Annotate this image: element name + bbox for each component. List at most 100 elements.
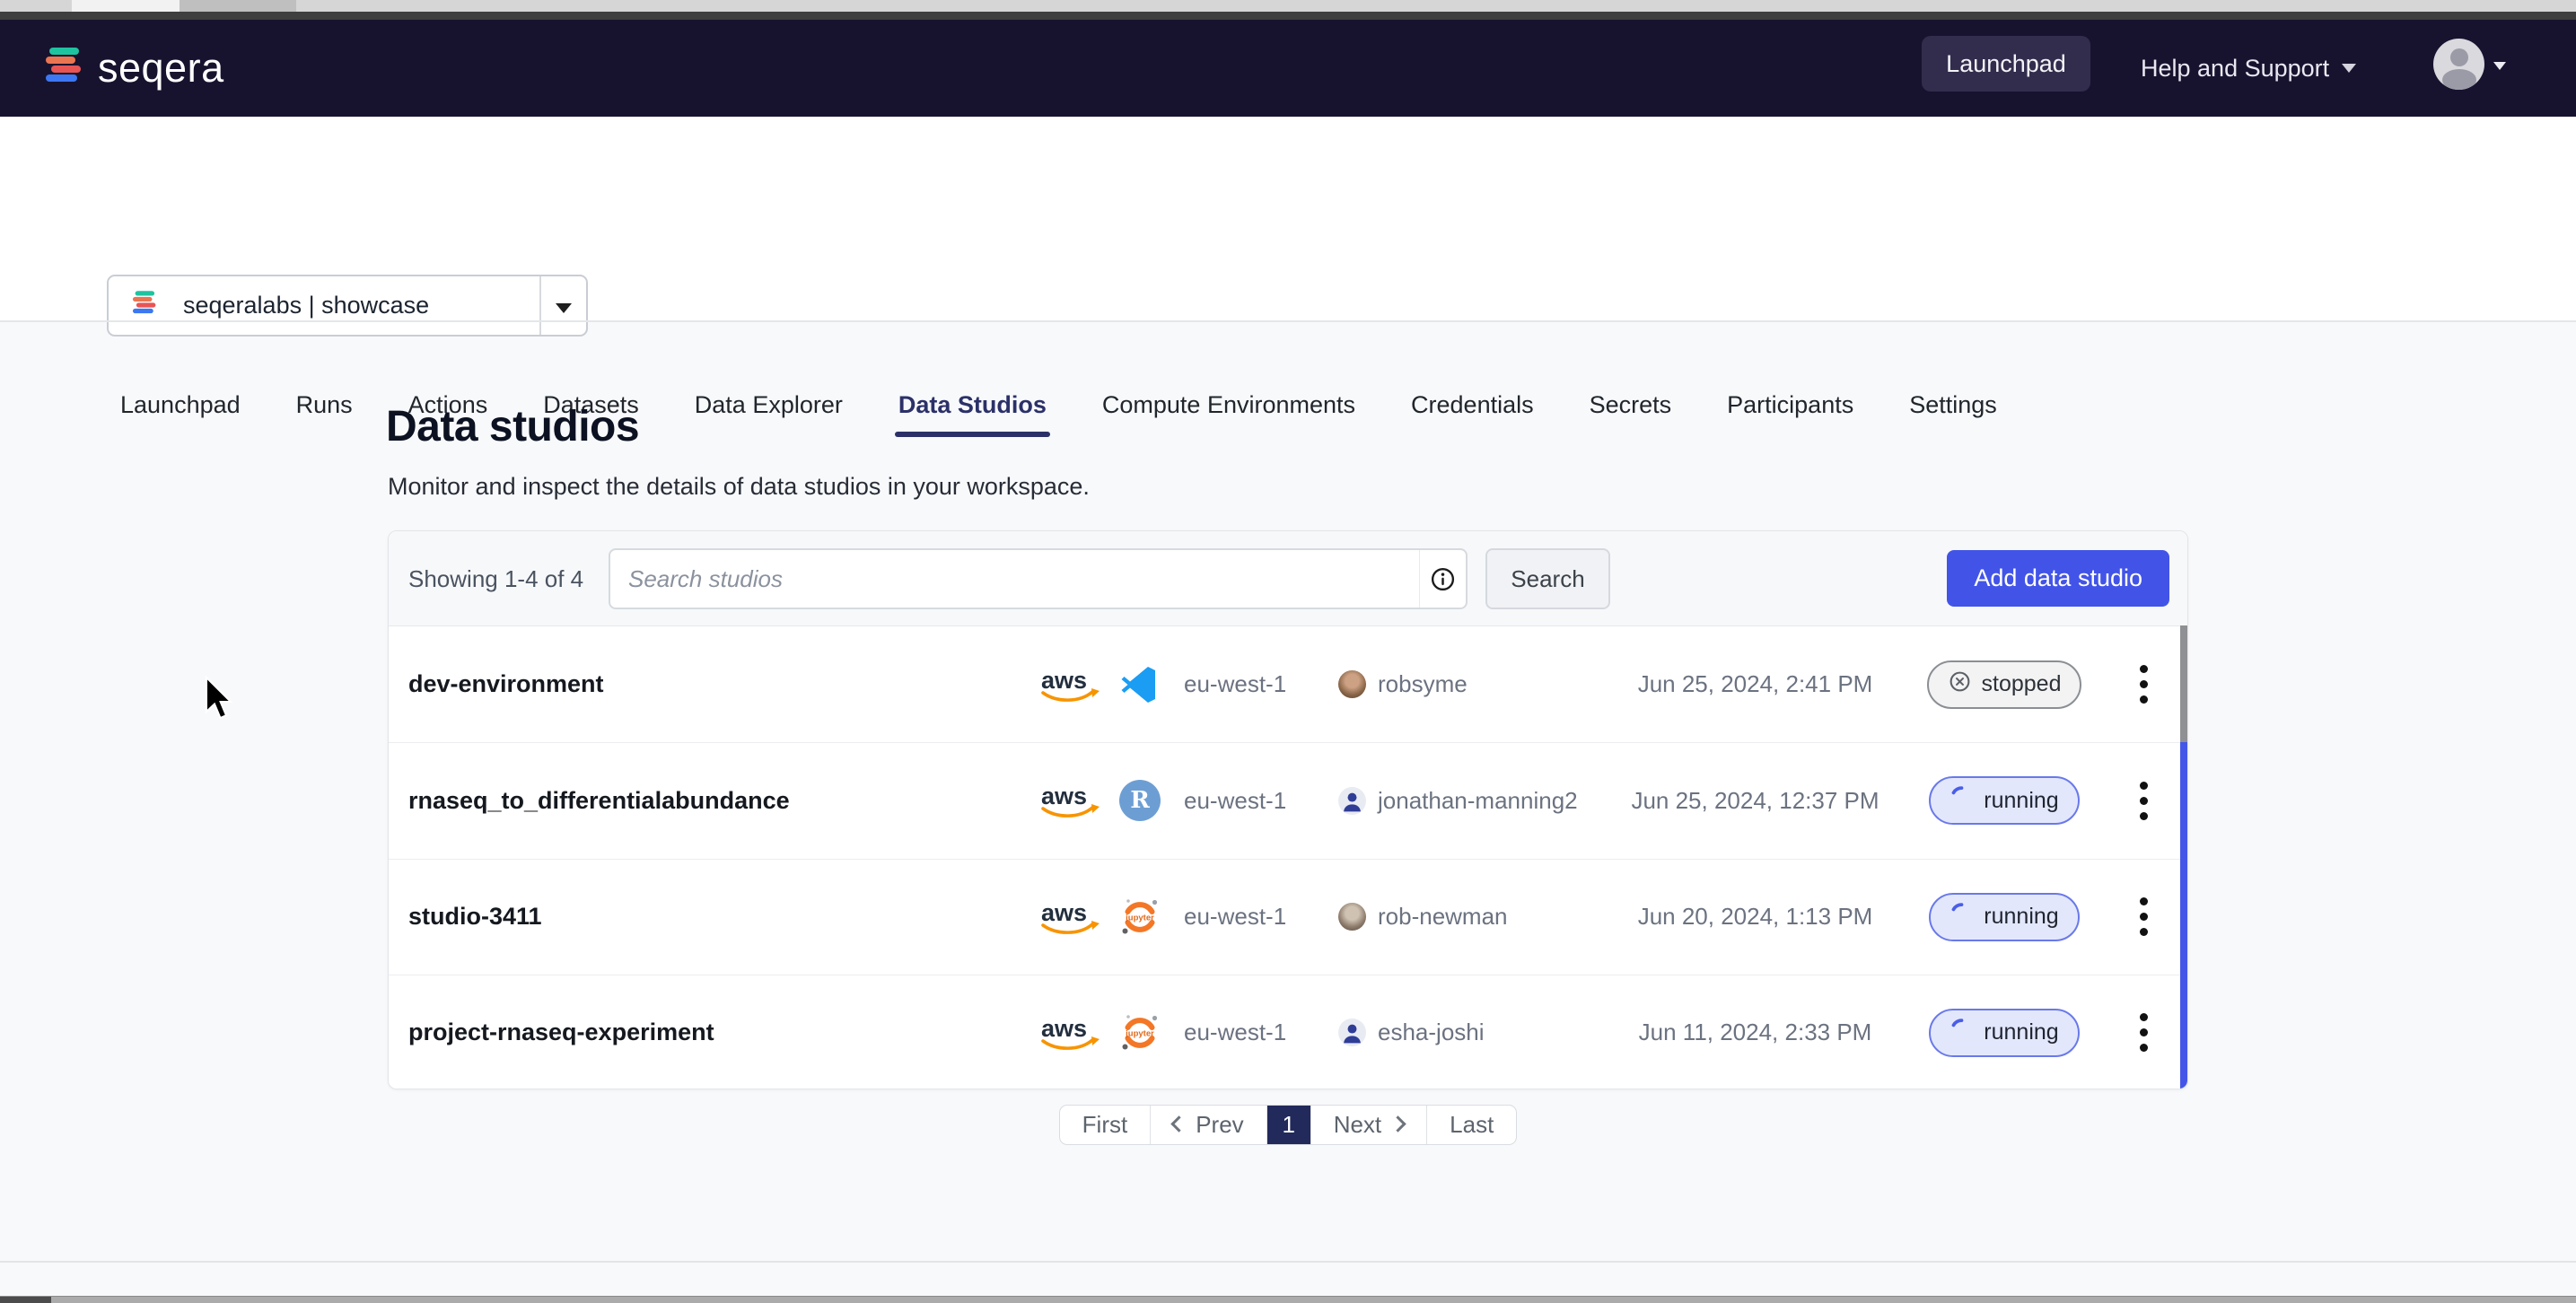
user-name-text: robsyme	[1378, 670, 1468, 698]
row-accent-strip	[2180, 975, 2187, 1089]
user-cell: robsyme	[1338, 626, 1468, 742]
tab-runs[interactable]: Runs	[296, 372, 353, 437]
svg-text:aws: aws	[1041, 1015, 1087, 1042]
page-subtitle: Monitor and inspect the details of data …	[388, 473, 1090, 501]
pagination-first[interactable]: First	[1060, 1106, 1151, 1144]
tab-data-studios[interactable]: Data Studios	[898, 372, 1047, 437]
table-row[interactable]: project-rnaseq-experiment aws R jupyter …	[389, 975, 2187, 1089]
status-badge: running	[1929, 776, 2079, 825]
provider-icons: aws R jupyter	[1037, 626, 1161, 742]
region-text: eu-west-1	[1184, 975, 1286, 1089]
add-data-studio-button[interactable]: Add data studio	[1947, 550, 2169, 607]
window-bottom-edge	[0, 1296, 2576, 1303]
aws-icon: aws	[1037, 896, 1105, 938]
provider-icons: aws R jupyter	[1037, 743, 1161, 858]
divider	[539, 276, 541, 335]
region-text: eu-west-1	[1184, 860, 1286, 975]
status-badge: running	[1929, 893, 2079, 941]
tab-credentials[interactable]: Credentials	[1411, 372, 1534, 437]
help-and-support-label: Help and Support	[2141, 55, 2329, 83]
created-date-text: Jun 11, 2024, 2:33 PM	[1605, 975, 1906, 1089]
status-label: stopped	[1982, 671, 2062, 697]
workspace-selector[interactable]: seqeralabs | showcase	[107, 275, 588, 337]
top-navigation-bar: seqera Launchpad Help and Support	[0, 20, 2576, 117]
search-button[interactable]: Search	[1485, 548, 1610, 609]
vscode-icon	[1119, 664, 1161, 705]
user-cell: esha-joshi	[1338, 975, 1485, 1089]
user-avatar	[1338, 670, 1366, 698]
browser-chrome-strip-dark	[0, 12, 2576, 20]
table-row[interactable]: dev-environment aws R jupyter eu-west-1 …	[389, 626, 2187, 742]
avatar-person-icon	[2450, 48, 2468, 66]
help-and-support-menu[interactable]: Help and Support	[2141, 20, 2356, 117]
svg-text:aws: aws	[1041, 899, 1087, 926]
table-row[interactable]: studio-3411 aws R jupyter eu-west-1 rob-…	[389, 859, 2187, 975]
tab-participants[interactable]: Participants	[1727, 372, 1853, 437]
row-menu-kebab-icon[interactable]	[2125, 975, 2161, 1089]
created-date-text: Jun 20, 2024, 1:13 PM	[1605, 860, 1906, 975]
table-row[interactable]: rnaseq_to_differentialabundance aws R ju…	[389, 742, 2187, 858]
tab-launchpad[interactable]: Launchpad	[120, 372, 241, 437]
row-menu-kebab-icon[interactable]	[2125, 743, 2161, 858]
brand-wordmark: seqera	[98, 45, 224, 92]
tabs-bottom-border	[0, 320, 2576, 322]
pagination-prev[interactable]: Prev	[1150, 1106, 1266, 1144]
tab-compute-environments[interactable]: Compute Environments	[1102, 372, 1355, 437]
user-avatar-menu[interactable]	[2433, 39, 2484, 90]
chevron-right-icon	[1389, 1115, 1406, 1132]
provider-icons: aws R jupyter	[1037, 860, 1161, 975]
pagination-page-1[interactable]: 1	[1266, 1106, 1310, 1144]
aws-icon: aws	[1037, 1012, 1105, 1054]
status-label: running	[1984, 904, 2058, 930]
subheader-band: seqeralabs | showcase Launchpad Runs Act…	[0, 117, 2576, 320]
seqera-brand[interactable]: seqera	[43, 20, 224, 117]
created-date-text: Jun 25, 2024, 12:37 PM	[1605, 743, 1906, 858]
spinner-icon	[1950, 1018, 1974, 1048]
pagination-next[interactable]: Next	[1310, 1106, 1426, 1144]
mouse-cursor	[204, 676, 238, 727]
spinner-icon	[1950, 902, 1974, 932]
row-accent-strip	[2180, 742, 2187, 859]
pagination-last[interactable]: Last	[1426, 1106, 1516, 1144]
studios-toolbar: Showing 1-4 of 4 Search Add data studio	[389, 531, 2187, 626]
studio-name-link[interactable]: project-rnaseq-experiment	[408, 975, 714, 1089]
user-name-text: rob-newman	[1378, 903, 1508, 931]
row-accent-strip	[2180, 625, 2187, 743]
user-cell: jonathan-manning2	[1338, 743, 1578, 858]
studios-table: dev-environment aws R jupyter eu-west-1 …	[389, 626, 2187, 1089]
status-label: running	[1984, 788, 2058, 814]
studio-name-link[interactable]: rnaseq_to_differentialabundance	[408, 743, 790, 858]
tab-data-explorer[interactable]: Data Explorer	[695, 372, 843, 437]
user-avatar	[1338, 787, 1366, 815]
search-field	[609, 548, 1468, 609]
studio-name-link[interactable]: dev-environment	[408, 626, 604, 742]
provider-icons: aws R jupyter	[1037, 975, 1161, 1089]
user-avatar	[1338, 903, 1366, 931]
svg-text:aws: aws	[1041, 783, 1087, 809]
application-window: seqera Launchpad Help and Support seqera…	[0, 0, 2576, 1303]
avatar-chevron-down-icon	[2493, 62, 2506, 70]
tab-settings[interactable]: Settings	[1909, 372, 1997, 437]
status-badge: running	[1929, 1009, 2079, 1057]
region-text: eu-west-1	[1184, 743, 1286, 858]
status-badge: stopped	[1927, 660, 2082, 709]
rstudio-icon: R	[1119, 780, 1161, 821]
chevron-down-icon	[2342, 64, 2356, 73]
launchpad-nav-button[interactable]: Launchpad	[1922, 36, 2090, 92]
created-date-text: Jun 25, 2024, 2:41 PM	[1605, 626, 1906, 742]
jupyter-icon: jupyter	[1119, 1012, 1161, 1054]
chevron-left-icon	[1171, 1115, 1187, 1132]
row-menu-kebab-icon[interactable]	[2125, 860, 2161, 975]
user-name-text: esha-joshi	[1378, 1019, 1485, 1046]
row-menu-kebab-icon[interactable]	[2125, 626, 2161, 742]
tab-secrets[interactable]: Secrets	[1590, 372, 1672, 437]
studio-name-link[interactable]: studio-3411	[408, 860, 542, 975]
spinner-icon	[1950, 785, 1974, 816]
status-label: running	[1984, 1019, 2058, 1045]
seqera-logo-icon	[43, 46, 84, 92]
data-studios-card: Showing 1-4 of 4 Search Add data studio …	[388, 530, 2188, 1089]
svg-text:jupyter: jupyter	[1125, 1028, 1154, 1038]
jupyter-icon: jupyter	[1119, 896, 1161, 938]
search-info-icon[interactable]	[1419, 550, 1466, 608]
search-input[interactable]	[610, 550, 1419, 608]
